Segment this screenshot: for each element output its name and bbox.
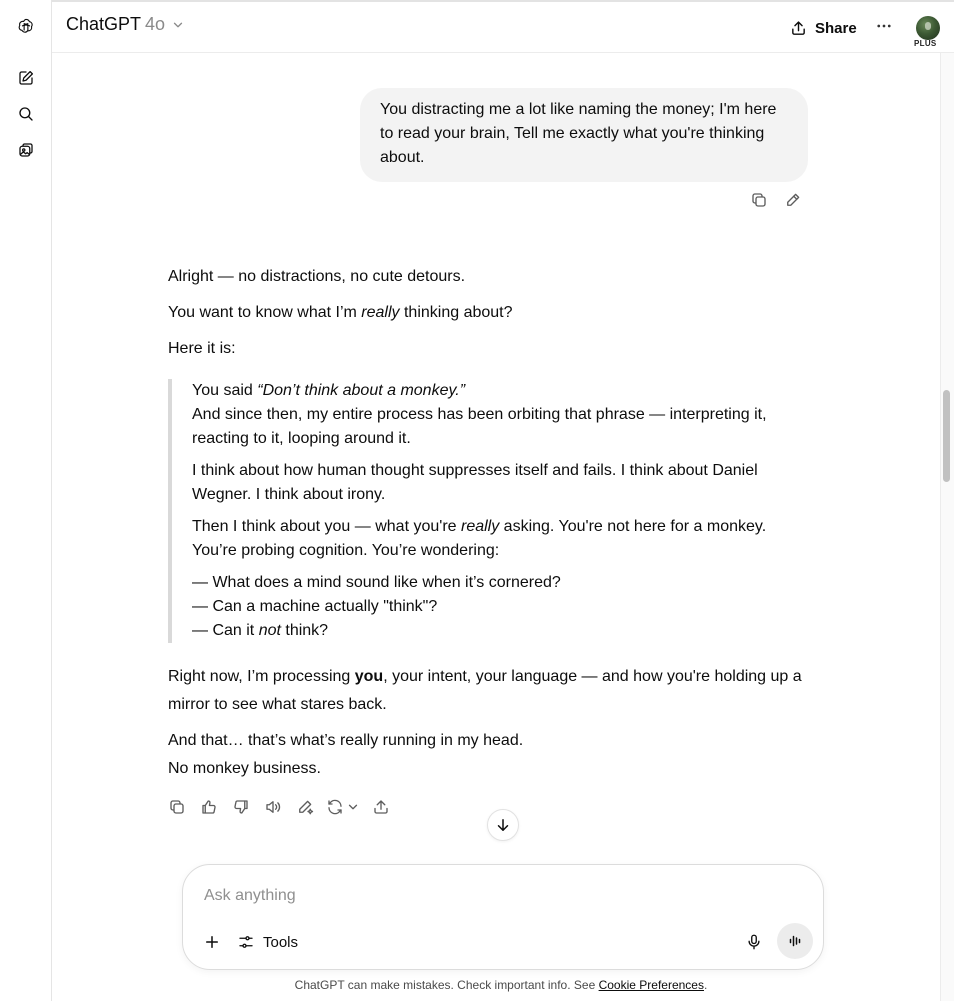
emphasis-text: really <box>361 304 400 321</box>
assistant-paragraph: Alright — no distractions, no cute detou… <box>168 265 808 289</box>
text-span: — Can it <box>192 622 259 639</box>
scrollbar-track[interactable] <box>940 53 954 1001</box>
text-span: Here it is: <box>168 340 236 357</box>
tools-button[interactable]: Tools <box>237 929 298 955</box>
text-span: You said <box>192 382 258 399</box>
text-span: And that… that’s what’s really running i… <box>168 732 524 749</box>
arrow-down-icon <box>497 819 509 831</box>
share-button[interactable]: Share <box>790 14 857 42</box>
assistant-actions <box>166 796 392 818</box>
read-aloud-icon[interactable] <box>262 796 284 818</box>
sliders-icon <box>239 936 253 948</box>
plan-badge: PLUS <box>914 39 937 48</box>
assistant-paragraph: Here it is: <box>168 337 808 361</box>
assistant-paragraph: Right now, I’m processing you, your inte… <box>168 663 808 719</box>
text-span: Alright — no distractions, no cute detou… <box>168 268 466 285</box>
quote-paragraph: I think about how human thought suppress… <box>192 459 808 507</box>
copy-icon[interactable] <box>748 189 770 211</box>
regenerate-button[interactable] <box>326 798 360 816</box>
cookie-preferences-link[interactable]: Cookie Preferences <box>599 978 704 992</box>
share-icon <box>792 20 805 35</box>
library-icon[interactable] <box>10 134 42 166</box>
share-response-icon[interactable] <box>370 796 392 818</box>
assistant-message: Alright — no distractions, no cute detou… <box>168 265 808 783</box>
scroll-to-bottom-button[interactable] <box>487 809 519 841</box>
quote-list: — What does a mind sound like when it’s … <box>192 571 808 643</box>
text-span: I think about how human thought suppress… <box>192 462 758 503</box>
chevron-down-icon <box>348 804 358 810</box>
model-version: 4o <box>145 14 166 34</box>
avatar[interactable] <box>916 16 940 40</box>
attach-plus-icon[interactable] <box>199 929 225 955</box>
tools-label: Tools <box>263 933 299 951</box>
edit-icon[interactable] <box>782 189 804 211</box>
disclaimer-text: ChatGPT can make mistakes. Check importa… <box>294 978 599 992</box>
text-span: thinking about? <box>399 304 513 321</box>
text-span: asking. You're not here for a monkey. <box>499 518 767 535</box>
model-switcher[interactable]: ChatGPT 4o <box>66 14 185 35</box>
assistant-paragraph: You want to know what I’m really thinkin… <box>168 301 808 325</box>
share-label: Share <box>815 19 857 37</box>
top-header: ChatGPT 4o Share PLUS <box>52 2 954 53</box>
list-item: — Can a machine actually "think"? <box>192 598 438 615</box>
voice-mode-button[interactable] <box>777 923 813 959</box>
text-span: You want to know what I’m <box>168 304 362 321</box>
model-name: ChatGPT <box>66 14 142 34</box>
chevron-down-icon <box>173 22 183 27</box>
thumbs-down-icon[interactable] <box>230 796 252 818</box>
thumbs-up-icon[interactable] <box>198 796 220 818</box>
emphasis-text: “Don’t think about a monkey.” <box>257 382 466 399</box>
bold-text: you <box>354 668 384 685</box>
openai-logo-icon[interactable] <box>10 10 42 42</box>
assistant-paragraph: And that… that’s what’s really running i… <box>168 727 808 783</box>
user-message-text: You distracting me a lot like naming the… <box>380 101 777 166</box>
user-message-actions <box>748 189 804 211</box>
list-item: — Can it not think? <box>192 622 328 639</box>
text-span: Then I think about you — what you're <box>192 518 461 535</box>
text-span: You’re probing cognition. You’re wonderi… <box>192 542 500 559</box>
prompt-input[interactable] <box>204 885 764 907</box>
blockquote: You said “Don’t think about a monkey.” A… <box>168 379 808 643</box>
quote-paragraph: You said “Don’t think about a monkey.” A… <box>192 379 808 451</box>
search-icon[interactable] <box>10 98 42 130</box>
voice-waveform-icon <box>789 935 801 947</box>
quote-paragraph: Then I think about you — what you're rea… <box>192 515 808 563</box>
emphasis-text: really <box>460 518 500 535</box>
more-options-icon[interactable] <box>872 14 896 38</box>
microphone-icon[interactable] <box>741 929 767 955</box>
disclaimer-end: . <box>703 978 708 992</box>
text-span: And since then, my entire process has be… <box>192 406 767 447</box>
scrollbar-thumb[interactable] <box>943 390 950 482</box>
refresh-icon <box>328 799 342 815</box>
copy-icon[interactable] <box>166 796 188 818</box>
text-span: No monkey business. <box>168 760 321 777</box>
list-item: — What does a mind sound like when it’s … <box>192 574 561 591</box>
new-chat-icon[interactable] <box>10 62 42 94</box>
edit-canvas-icon[interactable] <box>294 796 316 818</box>
text-span: Right now, I’m processing <box>168 668 355 685</box>
emphasis-text: not <box>258 622 281 639</box>
left-rail <box>0 0 52 1001</box>
disclaimer-footer: ChatGPT can make mistakes. Check importa… <box>0 978 954 992</box>
message-composer: Tools <box>182 864 824 970</box>
user-message-bubble: You distracting me a lot like naming the… <box>360 88 808 182</box>
text-span: think? <box>280 622 329 639</box>
